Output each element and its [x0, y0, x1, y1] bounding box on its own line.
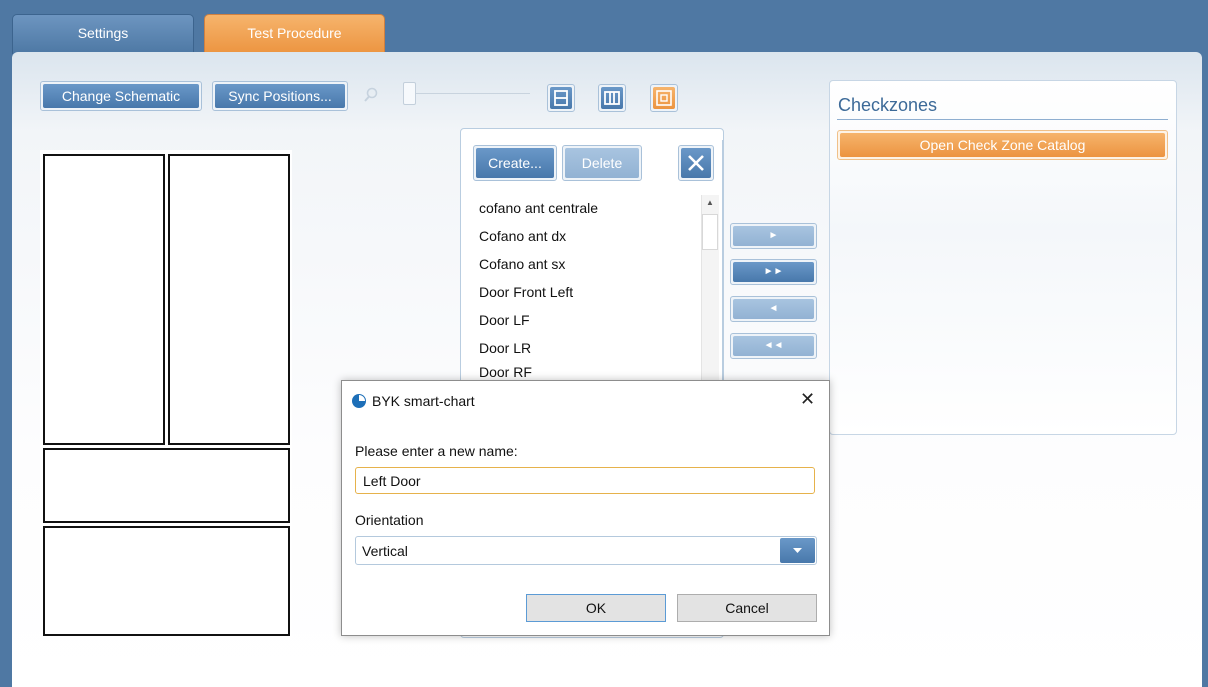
- checkzones-divider: [837, 119, 1168, 120]
- delete-button[interactable]: Delete: [562, 145, 642, 181]
- move-left-button[interactable]: ◄: [730, 296, 817, 322]
- cancel-button[interactable]: Cancel: [677, 594, 817, 622]
- sync-positions-button[interactable]: Sync Positions...: [212, 81, 348, 111]
- scroll-up-icon[interactable]: ▲: [704, 198, 716, 208]
- list-item[interactable]: Door LF: [479, 312, 530, 328]
- ok-button[interactable]: OK: [526, 594, 666, 622]
- move-all-left-button[interactable]: ◄◄: [730, 333, 817, 359]
- list-item[interactable]: cofano ant centrale: [479, 200, 598, 216]
- tab-test-procedure[interactable]: Test Procedure: [204, 14, 385, 54]
- sync-positions-label: Sync Positions...: [215, 84, 345, 108]
- list-item[interactable]: Door RF: [479, 364, 532, 380]
- magnifier-icon: [364, 87, 378, 102]
- move-all-right-icon: ►►: [733, 262, 814, 282]
- move-all-left-icon: ◄◄: [733, 336, 814, 356]
- schematic-zone[interactable]: [43, 154, 165, 445]
- move-right-button[interactable]: ►: [730, 223, 817, 249]
- horizontal-layout-button[interactable]: [547, 84, 575, 112]
- move-right-icon: ►: [733, 226, 814, 246]
- list-item[interactable]: Door Front Left: [479, 284, 573, 300]
- dialog-title: BYK smart-chart: [372, 393, 475, 409]
- change-schematic-button[interactable]: Change Schematic: [40, 81, 202, 111]
- scrollbar-thumb[interactable]: [702, 214, 718, 250]
- schematic-zone[interactable]: [168, 154, 290, 445]
- clear-button[interactable]: [678, 145, 714, 181]
- fit-layout-button[interactable]: [650, 84, 678, 112]
- vertical-layout-icon: [604, 91, 620, 105]
- orientation-select[interactable]: [355, 536, 817, 565]
- vertical-layout-button[interactable]: [598, 84, 626, 112]
- schematic-zone[interactable]: [43, 526, 290, 636]
- close-icon: [688, 155, 704, 171]
- app-logo-icon: [352, 394, 366, 408]
- dialog-close-icon[interactable]: ✕: [800, 389, 815, 410]
- create-button[interactable]: Create...: [473, 145, 557, 181]
- chevron-down-icon: [793, 548, 802, 553]
- name-prompt-label: Please enter a new name:: [355, 443, 518, 459]
- list-item[interactable]: Cofano ant dx: [479, 228, 566, 244]
- open-check-zone-catalog-label: Open Check Zone Catalog: [840, 133, 1165, 157]
- horizontal-layout-icon: [554, 90, 568, 106]
- move-left-icon: ◄: [733, 299, 814, 319]
- orientation-label: Orientation: [355, 512, 424, 528]
- orientation-value: Vertical: [362, 543, 408, 559]
- delete-label: Delete: [565, 148, 639, 178]
- list-item[interactable]: Cofano ant sx: [479, 256, 565, 272]
- open-check-zone-catalog-button[interactable]: Open Check Zone Catalog: [837, 130, 1168, 160]
- name-input[interactable]: [355, 467, 815, 494]
- move-all-right-button[interactable]: ►►: [730, 259, 817, 285]
- schematic-zone[interactable]: [43, 448, 290, 523]
- orientation-dropdown-button[interactable]: [780, 538, 815, 563]
- tab-settings[interactable]: Settings: [12, 14, 194, 54]
- zoom-slider-thumb[interactable]: [403, 82, 416, 105]
- fit-layout-icon: [656, 90, 672, 106]
- list-divider: [722, 140, 723, 380]
- create-label: Create...: [476, 148, 554, 178]
- change-schematic-label: Change Schematic: [43, 84, 199, 108]
- checkzones-title: Checkzones: [838, 95, 938, 115]
- list-item[interactable]: Door LR: [479, 340, 531, 356]
- zoom-slider-track[interactable]: [405, 93, 530, 94]
